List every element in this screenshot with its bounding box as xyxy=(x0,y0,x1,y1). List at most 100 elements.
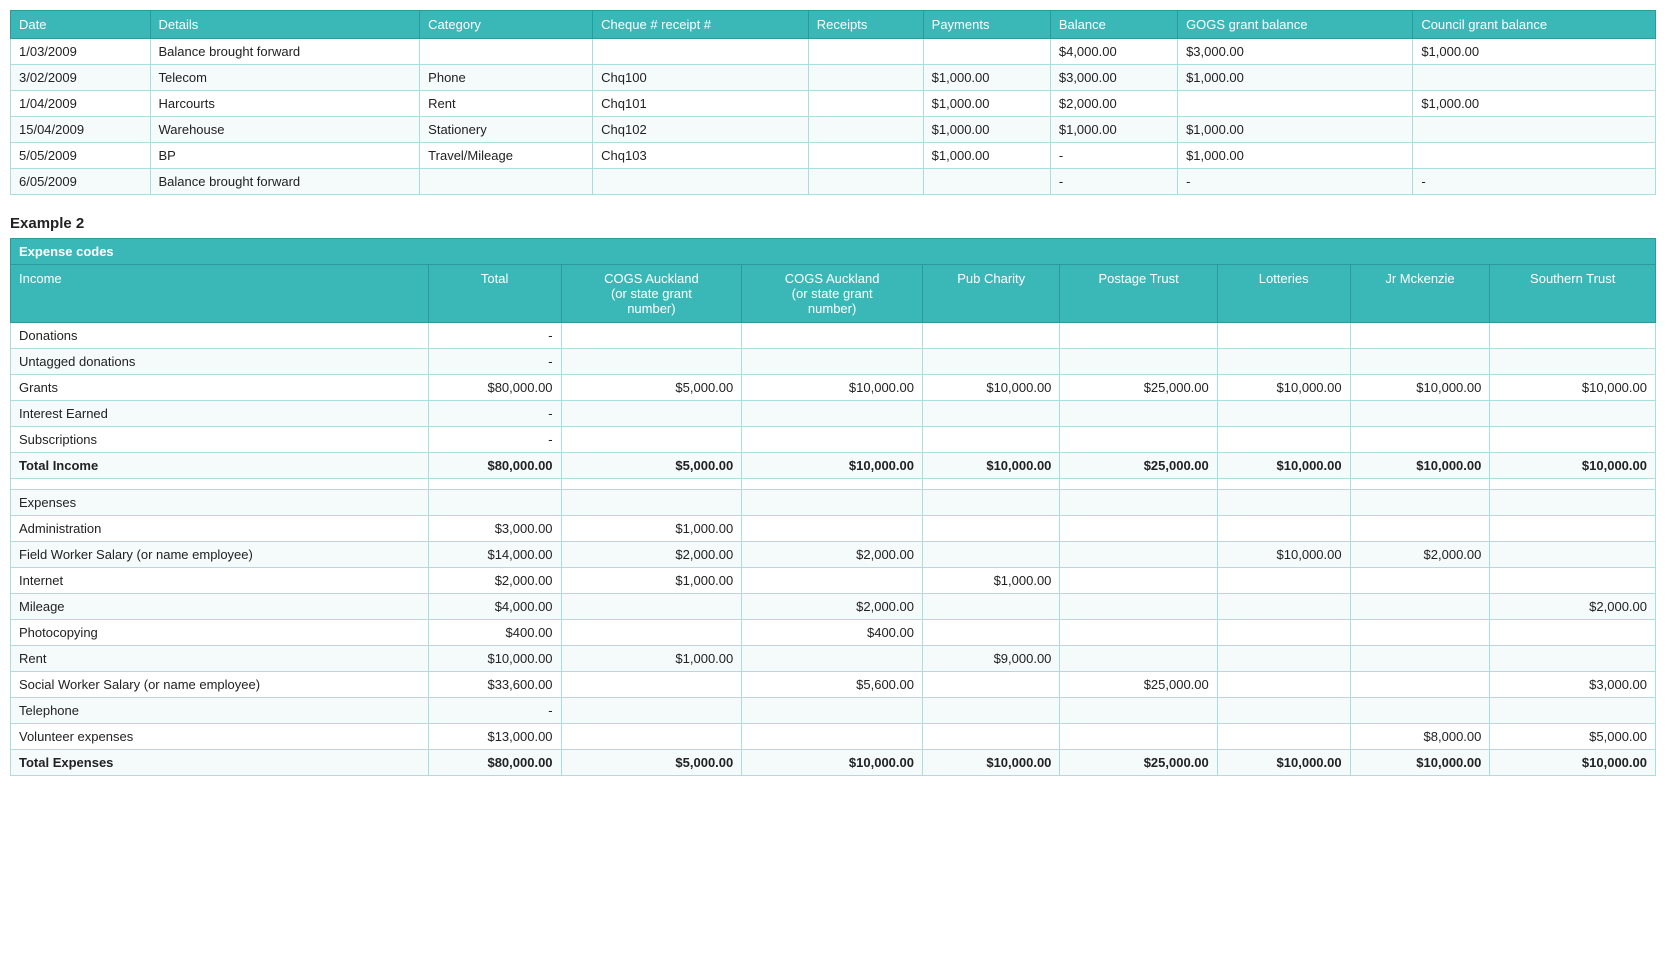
table-row: Untagged donations- xyxy=(11,349,1656,375)
table2-cell xyxy=(1060,646,1217,672)
table2-col-header: Lotteries xyxy=(1217,265,1350,323)
table2-cell xyxy=(1217,427,1350,453)
table2-cell: $25,000.00 xyxy=(1060,672,1217,698)
table1-cell: 6/05/2009 xyxy=(11,169,151,195)
table2-cell xyxy=(1350,401,1490,427)
table2-col-header: Pub Charity xyxy=(922,265,1059,323)
table2-cell xyxy=(1060,401,1217,427)
table2-cell xyxy=(1060,427,1217,453)
table2-cell: $10,000.00 xyxy=(742,453,923,479)
table1-cell: - xyxy=(1413,169,1656,195)
table2-cell xyxy=(1217,646,1350,672)
table1-cell: Chq100 xyxy=(593,65,809,91)
table-row: Social Worker Salary (or name employee) $… xyxy=(11,672,1656,698)
table2-cell: $10,000.00 xyxy=(1490,453,1656,479)
table2-cell: $14,000.00 xyxy=(428,542,561,568)
table2-cell xyxy=(428,490,561,516)
table2-cell: - xyxy=(428,349,561,375)
table1-col-header: Cheque # receipt # xyxy=(593,11,809,39)
table2-row-label: Telephone xyxy=(11,698,429,724)
table-row: 6/05/2009Balance brought forward--- xyxy=(11,169,1656,195)
table2-cell xyxy=(561,620,742,646)
table2-cell xyxy=(561,401,742,427)
table2-row-label: Social Worker Salary (or name employee) xyxy=(11,672,429,698)
table1-cell: Chq103 xyxy=(593,143,809,169)
table1-cell: 1/04/2009 xyxy=(11,91,151,117)
table2-cell xyxy=(742,698,923,724)
table2-cell xyxy=(1060,490,1217,516)
table2-cell xyxy=(922,542,1059,568)
table2-cell xyxy=(1350,646,1490,672)
table2-cell xyxy=(742,568,923,594)
table1-cell: 15/04/2009 xyxy=(11,117,151,143)
example2-title: Example 2 xyxy=(10,215,1656,232)
table1-cell: $1,000.00 xyxy=(923,91,1050,117)
table2-cell: $10,000.00 xyxy=(922,750,1059,776)
table2-col-header: Postage Trust xyxy=(1060,265,1217,323)
table2-cell: $3,000.00 xyxy=(428,516,561,542)
table2-cell: $1,000.00 xyxy=(561,568,742,594)
table1-cell xyxy=(1413,65,1656,91)
table1-cell: BP xyxy=(150,143,420,169)
table1-cell: Balance brought forward xyxy=(150,39,420,65)
table2-cell xyxy=(1060,594,1217,620)
table2-cell xyxy=(1217,401,1350,427)
table1-cell: Harcourts xyxy=(150,91,420,117)
table1-cell xyxy=(1413,143,1656,169)
table2-cell xyxy=(561,672,742,698)
table2-row-label: Untagged donations xyxy=(11,349,429,375)
table2-cell: $2,000.00 xyxy=(1350,542,1490,568)
table2-cell: $400.00 xyxy=(742,620,923,646)
table1-col-header: GOGS grant balance xyxy=(1178,11,1413,39)
table2-cell: $10,000.00 xyxy=(1217,750,1350,776)
table1-cell xyxy=(808,65,923,91)
table-row: Interest Earned- xyxy=(11,401,1656,427)
table2-row-label: Internet xyxy=(11,568,429,594)
table2-col-header: Income xyxy=(11,265,429,323)
table1-cell xyxy=(593,39,809,65)
table1-cell xyxy=(808,143,923,169)
table2-row-label: Photocopying xyxy=(11,620,429,646)
table2-cell xyxy=(922,698,1059,724)
table2-cell xyxy=(742,479,923,490)
table2-cell xyxy=(1490,323,1656,349)
table1-col-header: Payments xyxy=(923,11,1050,39)
table1-cell: $1,000.00 xyxy=(1050,117,1177,143)
table2-cell: $5,600.00 xyxy=(742,672,923,698)
table2-row-label: Volunteer expenses xyxy=(11,724,429,750)
table1-cell xyxy=(923,169,1050,195)
table2-cell: $2,000.00 xyxy=(742,542,923,568)
table1-cell: $1,000.00 xyxy=(1413,39,1656,65)
table2-col-header: COGS Auckland (or state grant number) xyxy=(561,265,742,323)
table1-col-header: Receipts xyxy=(808,11,923,39)
table1-cell xyxy=(808,39,923,65)
table1-col-header: Balance xyxy=(1050,11,1177,39)
table2-cell xyxy=(1217,698,1350,724)
table2-cell: $80,000.00 xyxy=(428,453,561,479)
table1-cell: Telecom xyxy=(150,65,420,91)
table2-cell: $2,000.00 xyxy=(1490,594,1656,620)
table2-cell xyxy=(1217,479,1350,490)
table2-cell xyxy=(1060,620,1217,646)
table2-cell: $10,000.00 xyxy=(742,375,923,401)
table1-cell: $1,000.00 xyxy=(923,65,1050,91)
table-row: Expenses xyxy=(11,490,1656,516)
table2-cell: $1,000.00 xyxy=(561,516,742,542)
table2-cell xyxy=(1490,698,1656,724)
table1-cell: Rent xyxy=(420,91,593,117)
table2-cell xyxy=(1350,516,1490,542)
table2-cell: $8,000.00 xyxy=(1350,724,1490,750)
table2-cell xyxy=(561,427,742,453)
table1-cell: $3,000.00 xyxy=(1178,39,1413,65)
table2-cell xyxy=(1217,594,1350,620)
table2-cell xyxy=(1350,323,1490,349)
table-row: Photocopying$400.00$400.00 xyxy=(11,620,1656,646)
table-row: Field Worker Salary (or name employee)$1… xyxy=(11,542,1656,568)
table2-row-label: Rent xyxy=(11,646,429,672)
table1-cell xyxy=(808,169,923,195)
table-row: Mileage$4,000.00$2,000.00$2,000.00 xyxy=(11,594,1656,620)
table2-cell xyxy=(1217,349,1350,375)
table2-cell: - xyxy=(428,401,561,427)
table2-cell xyxy=(742,349,923,375)
table2-cell xyxy=(922,672,1059,698)
